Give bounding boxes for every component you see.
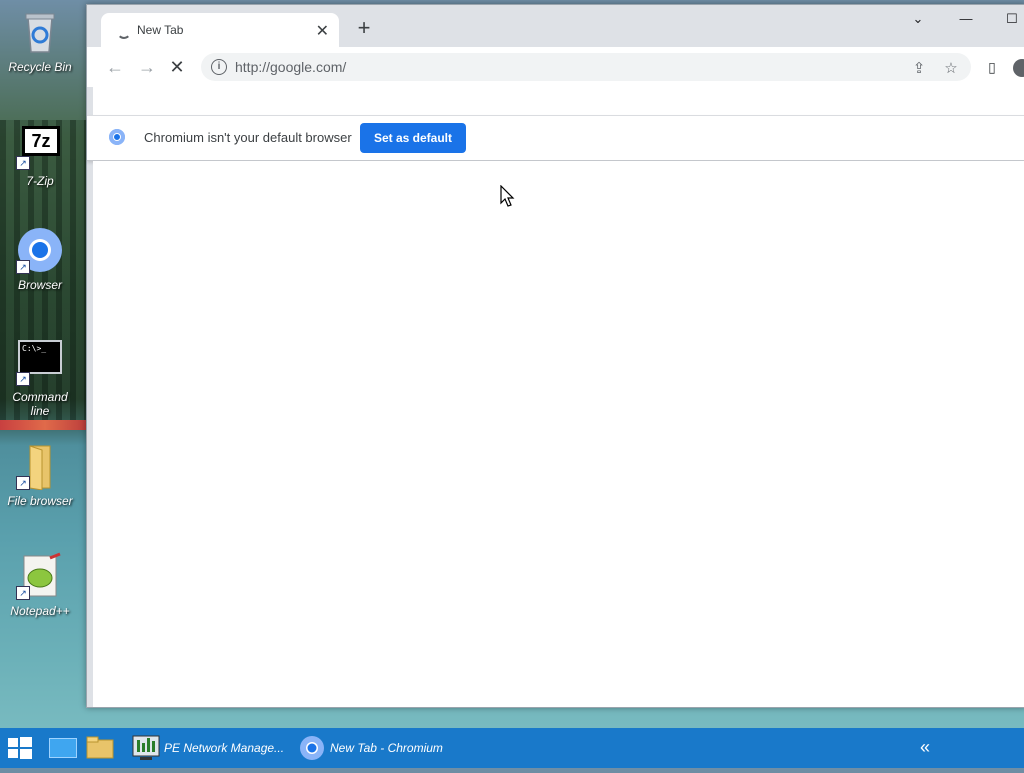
forward-button[interactable]: → — [135, 55, 159, 79]
shortcut-arrow-icon: ↗ — [16, 260, 30, 274]
chromium-icon — [300, 736, 324, 760]
browser-toolbar: ← → ✕ i http://google.com/ ⇪ ☆ ▯ — [87, 47, 1024, 87]
shortcut-arrow-icon: ↗ — [16, 372, 30, 386]
set-as-default-button[interactable]: Set as default — [360, 123, 466, 153]
mouse-cursor-icon — [500, 185, 515, 207]
new-tab-button[interactable]: + — [351, 15, 377, 41]
stop-loading-button[interactable]: ✕ — [165, 55, 189, 79]
taskbar: PE Network Manage... New Tab - Chromium … — [0, 728, 1024, 768]
desktop-icon-recycle-bin[interactable]: Recycle Bin — [4, 8, 76, 74]
folder-icon: ↗ — [16, 442, 64, 491]
seven-zip-logo: 7z — [22, 126, 60, 156]
desktop-icon-file-browser[interactable]: ↗ File browser — [4, 442, 76, 508]
loading-spinner-icon — [117, 25, 131, 39]
site-info-icon[interactable]: i — [211, 59, 227, 75]
windows-logo-icon — [8, 737, 32, 759]
desktop-icon-label: Command line — [12, 390, 68, 418]
tab-strip: New Tab ✕ + ⌄ — ☐ — [87, 5, 1024, 47]
desktop-icon-label: File browser — [7, 494, 73, 508]
minimize-button[interactable]: — — [951, 11, 981, 35]
browser-window: New Tab ✕ + ⌄ — ☐ ← → ✕ i http://google.… — [86, 4, 1024, 708]
taskbar-item-chromium[interactable]: New Tab - Chromium — [292, 728, 462, 768]
tab-new-tab[interactable]: New Tab ✕ — [101, 13, 339, 47]
tab-search-button[interactable]: ⌄ — [903, 11, 933, 35]
folder-icon — [86, 736, 114, 759]
command-prompt-icon: C:\>_ ↗ — [16, 338, 64, 386]
shortcut-arrow-icon: ↗ — [16, 586, 30, 600]
desktop-icon-browser[interactable]: ↗ Browser — [4, 226, 76, 292]
desktop-icon-notepad-plus-plus[interactable]: ↗ Notepad++ — [4, 552, 76, 618]
seven-zip-icon: 7z ↗ — [16, 122, 64, 170]
back-button[interactable]: ← — [103, 55, 127, 79]
notepad-plus-plus-icon: ↗ — [16, 552, 64, 600]
tab-close-icon[interactable]: ✕ — [316, 21, 329, 41]
desktop-icon-label: Recycle Bin — [8, 60, 72, 74]
side-panel-icon[interactable]: ▯ — [983, 59, 1001, 77]
address-bar[interactable]: i http://google.com/ ⇪ ☆ — [201, 53, 971, 81]
share-icon[interactable]: ⇪ — [909, 59, 929, 77]
tab-title: New Tab — [137, 23, 184, 37]
start-button[interactable] — [0, 728, 40, 768]
taskbar-item-network-manager[interactable]: PE Network Manage... — [126, 728, 286, 768]
shortcut-arrow-icon: ↗ — [16, 156, 30, 170]
profile-avatar-icon[interactable] — [1013, 59, 1024, 77]
page-content[interactable] — [93, 161, 1024, 701]
wallpaper-boats — [0, 420, 90, 430]
chromium-icon: ↗ — [16, 226, 64, 274]
taskbar-show-desktop-button[interactable] — [46, 728, 78, 768]
desktop-icon-label: Browser — [17, 278, 62, 292]
maximize-button[interactable]: ☐ — [997, 11, 1024, 35]
taskbar-item-label: PE Network Manage... — [164, 741, 285, 755]
shortcut-arrow-icon: ↗ — [16, 476, 30, 490]
taskbar-item-label: New Tab - Chromium — [330, 741, 443, 755]
recycle-bin-icon — [16, 8, 64, 56]
taskbar-overflow-chevron-icon[interactable]: « — [920, 728, 930, 768]
desktop-icon-7zip[interactable]: 7z ↗ 7-Zip — [4, 122, 76, 188]
infobar-message: Chromium isn't your default browser — [144, 130, 352, 145]
desktop-icon-label: 7-Zip — [26, 174, 54, 188]
url-text[interactable]: http://google.com/ — [235, 59, 346, 75]
network-manager-icon — [132, 735, 160, 760]
desktop-icon — [49, 738, 77, 758]
command-prompt-screen: C:\>_ — [18, 340, 62, 374]
default-browser-infobar: Chromium isn't your default browser Set … — [87, 115, 1024, 161]
desktop-icon-label: Notepad++ — [10, 604, 70, 618]
bookmark-star-icon[interactable]: ☆ — [941, 59, 961, 77]
taskbar-file-explorer-button[interactable] — [84, 728, 116, 768]
chromium-logo-icon — [109, 129, 125, 145]
desktop-icon-command-line[interactable]: C:\>_ ↗ Command line — [4, 338, 76, 418]
